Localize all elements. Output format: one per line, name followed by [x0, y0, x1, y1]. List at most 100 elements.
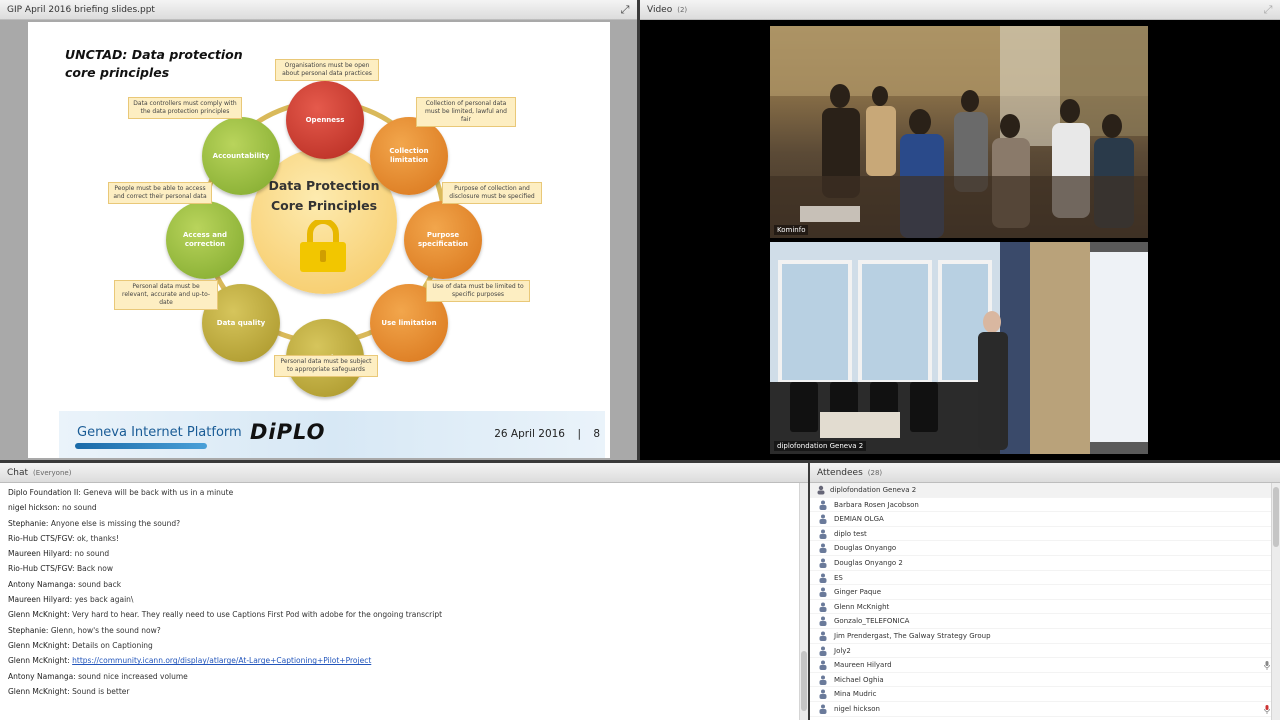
- attendee-name: nigel hickson: [834, 704, 880, 713]
- share-area: UNCTAD: Data protection core principles …: [0, 20, 637, 460]
- attendee-row-host[interactable]: diplofondation Geneva 2: [810, 483, 1280, 498]
- video-pod-title: Video: [647, 5, 673, 15]
- slide-date: 26 April 2016: [494, 428, 565, 440]
- attendees-pod-title: Attendees: [817, 468, 863, 478]
- attendee-scrollbar[interactable]: [1271, 483, 1280, 720]
- attendees-pod-header: Attendees (28): [810, 463, 1280, 483]
- participant-icon: [819, 543, 827, 554]
- participant-icon: [819, 631, 827, 641]
- chat-message: Rio-Hub CTS/FGV: ok, thanks!: [8, 533, 119, 543]
- chat-message: Glenn McKnight: Details on Captioning: [8, 640, 153, 650]
- attendee-row[interactable]: diplo test: [810, 527, 1280, 542]
- attendee-name: Barbara Rosen Jacobson: [834, 500, 919, 509]
- participant-icon: [819, 704, 827, 714]
- attendee-scrollbar-thumb[interactable]: [1273, 487, 1279, 547]
- chat-pod-title: Chat: [7, 468, 29, 478]
- chat-scope[interactable]: (Everyone): [33, 469, 71, 477]
- note-purpose: Purpose of collection and disclosure mus…: [442, 182, 542, 204]
- gip-logo-text: Geneva Internet Platform: [77, 425, 242, 440]
- attendee-row[interactable]: Michael Oghia: [810, 673, 1280, 688]
- attendee-name: Douglas Onyango: [834, 544, 897, 553]
- attendee-row[interactable]: nigel hickson: [810, 702, 1280, 717]
- attendee-name: ES: [834, 573, 843, 582]
- attendee-row[interactable]: Maureen Hilyard: [810, 658, 1280, 673]
- attendee-name: diplo test: [834, 529, 867, 538]
- attendee-row[interactable]: Mina Mudric: [810, 687, 1280, 702]
- host-icon: [817, 485, 825, 495]
- chat-message: Glenn McKnight: Sound is better: [8, 686, 130, 696]
- participant-icon: [819, 500, 827, 510]
- attendee-row[interactable]: Gonzalo_TELEFONICA: [810, 614, 1280, 629]
- attendee-name: DEMIAN OLGA: [834, 515, 884, 524]
- video-feed-label: Kominfo: [774, 225, 809, 235]
- attendees-pod: Attendees (28) diplofondation Geneva 2 Ba…: [810, 463, 1280, 720]
- attendee-row[interactable]: Glenn McKnight: [810, 600, 1280, 615]
- petal-access-correction: Access and correction: [166, 201, 244, 279]
- attendee-name: Glenn McKnight: [834, 602, 890, 611]
- participant-icon: [819, 616, 827, 627]
- note-use: Use of data must be limited to specific …: [426, 280, 530, 302]
- participant-icon: [819, 602, 827, 612]
- participant-icon: [819, 558, 827, 568]
- note-openness: Organisations must be open about persona…: [275, 59, 379, 81]
- chat-message: Maureen Hilyard: no sound: [8, 549, 110, 559]
- attendee-row[interactable]: Barbara Rosen Jacobson: [810, 498, 1280, 513]
- petal-collection-limitation: Collection limitation: [370, 117, 448, 195]
- note-access: People must be able to access and correc…: [108, 182, 212, 204]
- attendee-name: Gonzalo_TELEFONICA: [834, 617, 910, 626]
- attendee-row[interactable]: ES: [810, 571, 1280, 586]
- chat-scrollbar-thumb[interactable]: [801, 651, 807, 711]
- chat-message: Maureen Hilyard: yes back again\: [8, 595, 134, 605]
- microphone-icon: [1264, 661, 1270, 671]
- gip-logo-swoosh: [75, 443, 207, 449]
- video-pod: Video (2) ⤢ Kominfo diplofondation Genev…: [640, 0, 1280, 460]
- share-pod: GIP April 2016 briefing slides.ppt ⤢ UNC…: [0, 0, 637, 460]
- attendee-row[interactable]: Douglas Onyango 2: [810, 556, 1280, 571]
- chat-message: Stephanie: Anyone else is missing the so…: [8, 518, 181, 528]
- attendee-row[interactable]: Douglas Onyango: [810, 541, 1280, 556]
- attendee-name: Jim Prendergast, The Galway Strategy Gro…: [834, 631, 991, 640]
- audience-scene: [770, 26, 1148, 238]
- attendee-count: (28): [867, 469, 883, 477]
- note-quality: Personal data must be relevant, accurate…: [114, 280, 218, 310]
- video-area: Kominfo diplofondation Geneva 2: [640, 20, 1280, 460]
- attendee-name: Maureen Hilyard: [834, 661, 892, 670]
- petal-accountability: Accountability: [202, 117, 280, 195]
- chat-pod-header: Chat (Everyone): [0, 463, 808, 483]
- chat-pod: Chat (Everyone) Diplo Foundation II: Gene…: [0, 463, 808, 720]
- note-collection: Collection of personal data must be limi…: [416, 97, 516, 127]
- diplo-logo: DiPLO: [250, 420, 326, 444]
- video-feed-kominfo[interactable]: Kominfo: [770, 26, 1148, 238]
- video-count: (2): [677, 6, 688, 14]
- attendee-name: Douglas Onyango 2: [834, 558, 903, 567]
- attendee-row[interactable]: Joly2: [810, 644, 1280, 659]
- participant-icon: [819, 675, 827, 685]
- fullscreen-icon[interactable]: ⤢: [1262, 4, 1274, 16]
- share-pod-title: GIP April 2016 briefing slides.ppt: [7, 5, 155, 15]
- participant-icon: [819, 689, 827, 700]
- attendee-row[interactable]: DEMIAN OLGA: [810, 512, 1280, 527]
- petal-purpose-specification: Purpose specification: [404, 201, 482, 279]
- chat-message: nigel hickson: no sound: [8, 503, 97, 513]
- attendee-list[interactable]: diplofondation Geneva 2 Barbara Rosen Ja…: [810, 483, 1280, 720]
- chat-scrollbar[interactable]: [799, 483, 808, 720]
- speaker-scene: [770, 242, 1148, 454]
- chat-message: Glenn McKnight: https://community.icann.…: [8, 656, 372, 666]
- video-pod-header: Video (2) ⤢: [640, 0, 1280, 20]
- video-feed-geneva[interactable]: diplofondation Geneva 2: [770, 242, 1148, 454]
- participant-icon: [819, 646, 827, 656]
- video-feed-label: diplofondation Geneva 2: [774, 441, 867, 451]
- participant-icon: [819, 529, 827, 539]
- attendee-name: Mina Mudric: [834, 690, 877, 699]
- attendee-row[interactable]: Ginger Paque: [810, 585, 1280, 600]
- share-pod-header: GIP April 2016 briefing slides.ppt ⤢: [0, 0, 637, 20]
- chat-message: Antony Namanga: sound nice increased vol…: [8, 671, 188, 681]
- chat-link[interactable]: https://community.icann.org/display/atla…: [72, 656, 371, 665]
- chat-message: Antony Namanga: sound back: [8, 579, 122, 589]
- attendee-row[interactable]: Jim Prendergast, The Galway Strategy Gro…: [810, 629, 1280, 644]
- chat-message: Diplo Foundation II: Geneva will be back…: [8, 488, 234, 497]
- note-accountability: Data controllers must comply with the da…: [128, 97, 242, 119]
- fullscreen-icon[interactable]: ⤢: [619, 4, 631, 16]
- lock-icon: [300, 220, 346, 272]
- chat-messages[interactable]: Diplo Foundation II: Geneva will be back…: [0, 483, 808, 720]
